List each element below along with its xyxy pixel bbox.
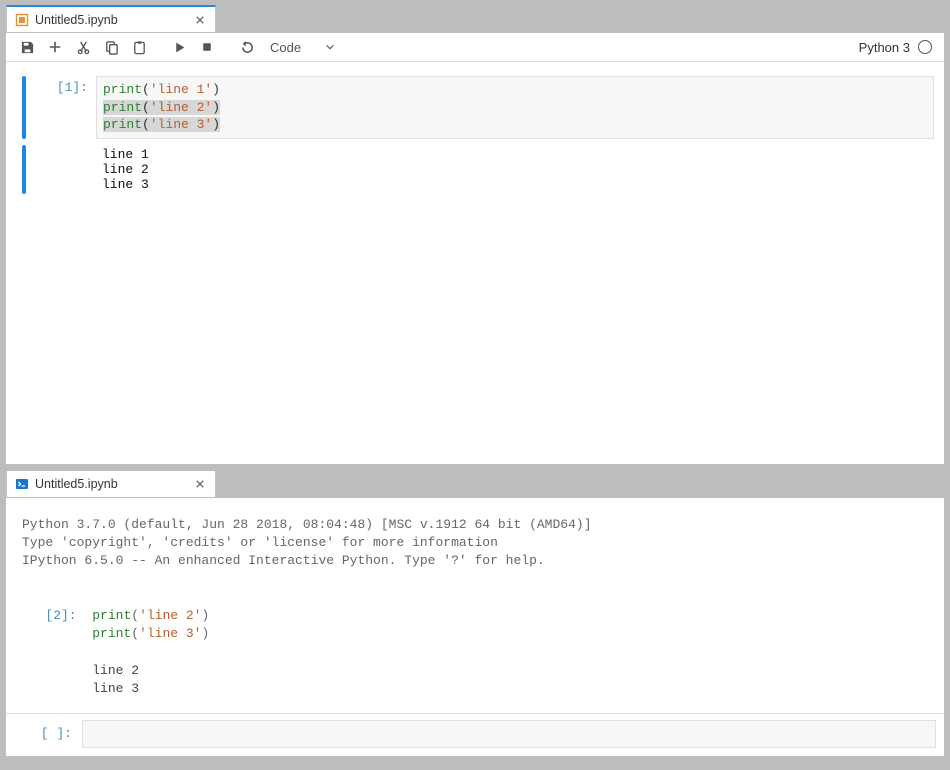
insert-cell-button[interactable] bbox=[42, 35, 68, 59]
console-exec-output: line 2 line 3 bbox=[22, 663, 139, 696]
console-in-prompt: [2]: bbox=[45, 608, 76, 623]
save-button[interactable] bbox=[14, 35, 40, 59]
paste-button[interactable] bbox=[126, 35, 152, 59]
notebook-tabbar: Untitled5.ipynb bbox=[6, 6, 944, 33]
console-tab-title: Untitled5.ipynb bbox=[35, 477, 193, 491]
notebook-file-icon bbox=[15, 13, 29, 27]
cell-output: line 1 line 2 line 3 bbox=[96, 145, 934, 194]
close-icon[interactable] bbox=[193, 477, 207, 491]
run-button[interactable] bbox=[166, 35, 192, 59]
kernel-status-indicator bbox=[918, 40, 932, 54]
console-input-row: [ ]: bbox=[6, 714, 944, 756]
input-prompt: [1]: bbox=[32, 76, 96, 139]
restart-kernel-button[interactable] bbox=[234, 35, 260, 59]
stop-button[interactable] bbox=[194, 35, 220, 59]
code-cell[interactable]: [1]: print('line 1') print('line 2') pri… bbox=[22, 76, 934, 139]
console-banner: Python 3.7.0 (default, Jun 28 2018, 08:0… bbox=[22, 517, 592, 568]
output-collapser[interactable] bbox=[22, 145, 26, 194]
cell-type-dropdown[interactable]: Code bbox=[262, 35, 343, 59]
console-input-prompt: [ ]: bbox=[22, 720, 82, 748]
notebook-tab-title: Untitled5.ipynb bbox=[35, 13, 193, 27]
console-input[interactable] bbox=[82, 720, 936, 748]
notebook-pane: Untitled5.ipynb bbox=[5, 5, 945, 465]
notebook-body[interactable]: [1]: print('line 1') print('line 2') pri… bbox=[6, 62, 944, 464]
notebook-toolbar: Code Python 3 bbox=[6, 33, 944, 62]
kernel-name[interactable]: Python 3 bbox=[859, 40, 916, 55]
console-output[interactable]: Python 3.7.0 (default, Jun 28 2018, 08:0… bbox=[6, 498, 944, 714]
chevron-down-icon bbox=[325, 42, 335, 52]
console-tabbar: Untitled5.ipynb bbox=[6, 471, 944, 498]
console-pane: Untitled5.ipynb Python 3.7.0 (default, J… bbox=[5, 470, 945, 757]
input-collapser[interactable] bbox=[22, 76, 26, 139]
output-row: line 1 line 2 line 3 bbox=[22, 145, 934, 194]
close-icon[interactable] bbox=[193, 13, 207, 27]
console-file-icon bbox=[15, 477, 29, 491]
output-prompt bbox=[32, 145, 96, 194]
console-tab[interactable]: Untitled5.ipynb bbox=[6, 470, 216, 497]
copy-button[interactable] bbox=[98, 35, 124, 59]
code-editor[interactable]: print('line 1') print('line 2') print('l… bbox=[96, 76, 934, 139]
cell-type-label: Code bbox=[270, 40, 301, 55]
notebook-tab[interactable]: Untitled5.ipynb bbox=[6, 5, 216, 32]
cut-button[interactable] bbox=[70, 35, 96, 59]
